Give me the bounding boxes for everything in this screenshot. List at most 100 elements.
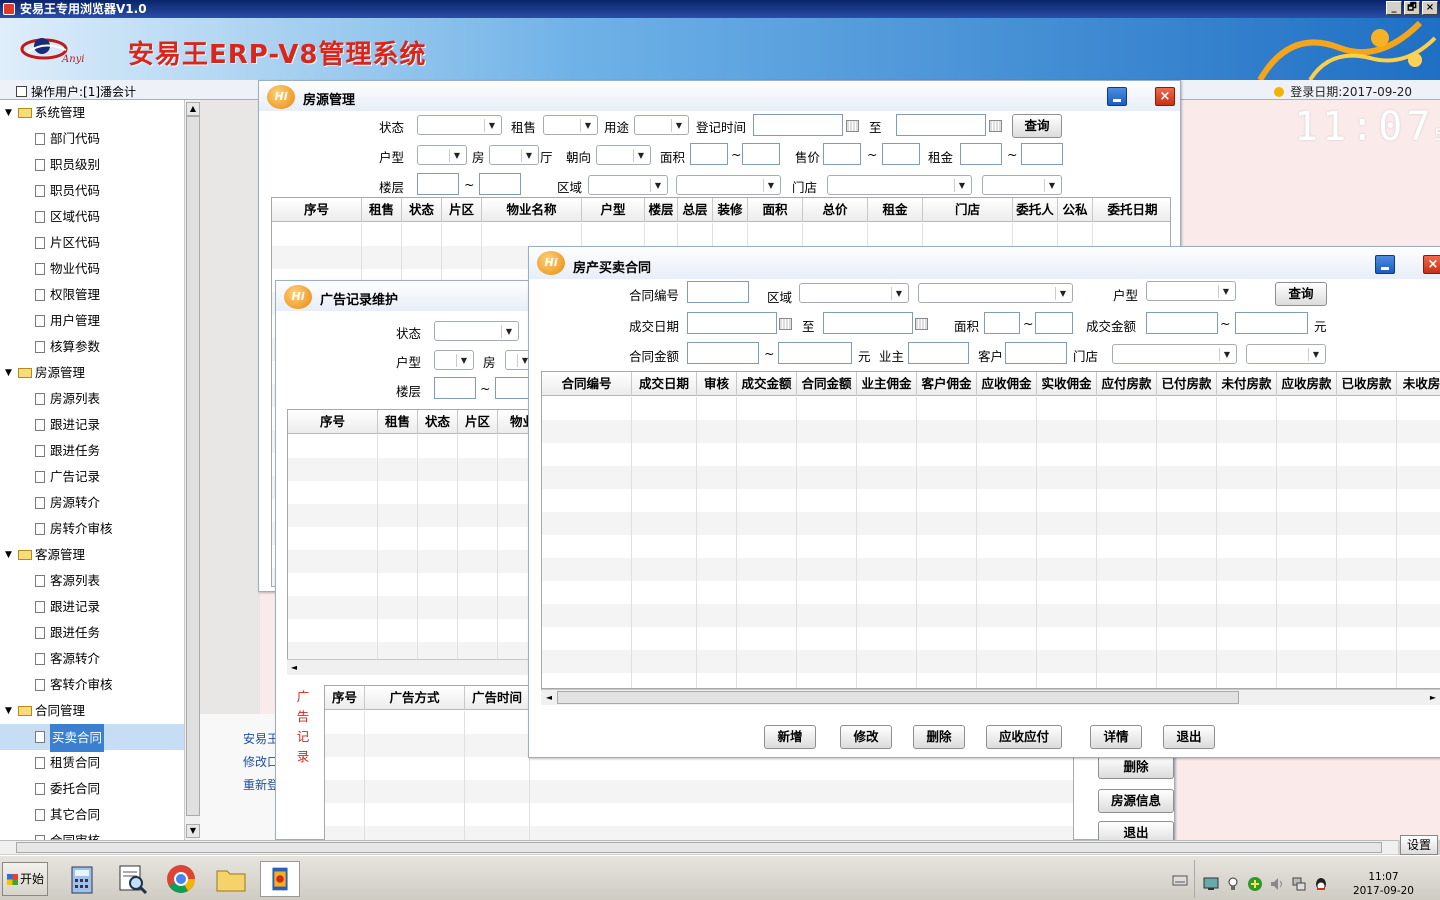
column-header[interactable]: 合同编号 — [542, 372, 632, 396]
house-type-select[interactable] — [417, 145, 467, 165]
ad-status-select[interactable] — [434, 321, 519, 341]
deal-amount-max-input[interactable] — [1235, 312, 1308, 334]
column-header[interactable]: 应收佣金 — [977, 372, 1037, 396]
column-header[interactable]: 楼层 — [645, 198, 678, 222]
column-header[interactable]: 广告时间 — [465, 686, 530, 710]
scroll-left-icon[interactable]: ◄ — [542, 691, 556, 704]
volume-icon[interactable] — [1269, 876, 1285, 892]
close-button[interactable]: × — [1422, 1, 1438, 15]
column-header[interactable]: 广告方式 — [365, 686, 465, 710]
column-header[interactable]: 委托人 — [1013, 198, 1058, 222]
start-button[interactable]: 开始 — [2, 862, 48, 896]
column-header[interactable]: 已收房款 — [1337, 372, 1397, 396]
house-query-button[interactable]: 查询 — [1012, 114, 1062, 138]
bg-link[interactable]: 重新登 — [243, 774, 279, 797]
sidebar-item[interactable]: 跟进任务 — [0, 438, 184, 464]
bg-link[interactable]: 修改口 — [243, 751, 279, 774]
contract-district-select[interactable] — [799, 283, 909, 303]
scroll-thumb[interactable] — [186, 116, 200, 816]
price-max-input[interactable] — [882, 143, 920, 165]
sidebar-group[interactable]: ▼ 合同管理 — [0, 698, 184, 724]
expand-triangle-icon[interactable]: ▼ — [5, 100, 12, 126]
reg-time-start-input[interactable] — [753, 114, 843, 136]
calendar-icon[interactable] — [846, 120, 859, 132]
column-header[interactable]: 状态 — [402, 198, 442, 222]
store-sub-select[interactable] — [982, 175, 1062, 195]
column-header[interactable]: 装修 — [713, 198, 748, 222]
scroll-up-icon[interactable]: ▲ — [186, 102, 200, 116]
contract-amount-max-input[interactable] — [778, 342, 852, 364]
keyboard-icon[interactable] — [1172, 872, 1188, 888]
network-icon[interactable] — [1291, 876, 1307, 892]
sidebar-scrollbar[interactable]: ▲ ▼ — [184, 100, 200, 840]
window-minimize-button[interactable] — [1375, 255, 1395, 274]
sidebar-group[interactable]: ▼ 客源管理 — [0, 542, 184, 568]
add-contract-button[interactable]: 新增 — [764, 725, 816, 749]
grid-body[interactable] — [542, 397, 1440, 688]
floor-min-input[interactable] — [417, 173, 459, 195]
contract-query-button[interactable]: 查询 — [1275, 282, 1327, 306]
contract-store-select[interactable] — [1112, 344, 1237, 364]
sidebar-item[interactable]: 区域代码 — [0, 204, 184, 230]
monitor-icon[interactable] — [1203, 876, 1219, 892]
qq-icon[interactable] — [1313, 876, 1329, 892]
column-header[interactable]: 客户佣金 — [917, 372, 977, 396]
usage-select[interactable] — [634, 115, 689, 135]
column-header[interactable]: 应付房款 — [1097, 372, 1157, 396]
sidebar-item[interactable]: 物业代码 — [0, 256, 184, 282]
sidebar-item[interactable]: 房源列表 — [0, 386, 184, 412]
scroll-thumb[interactable] — [16, 842, 1382, 853]
column-header[interactable]: 已付房款 — [1157, 372, 1217, 396]
folder-icon[interactable] — [211, 861, 251, 897]
main-horizontal-scrollbar[interactable] — [0, 840, 1398, 854]
column-header[interactable]: 总层 — [678, 198, 713, 222]
room-select[interactable] — [489, 145, 539, 165]
sidebar-item[interactable]: 租赁合同 — [0, 750, 184, 776]
column-header[interactable]: 审核 — [697, 372, 737, 396]
contract-exit-button[interactable]: 退出 — [1163, 725, 1215, 749]
deal-amount-min-input[interactable] — [1146, 312, 1218, 334]
magnifier-document-icon[interactable] — [112, 861, 152, 897]
area-max-input[interactable] — [742, 143, 780, 165]
sidebar-item[interactable]: 客源列表 — [0, 568, 184, 594]
sidebar-group[interactable]: ▼ 系统管理 — [0, 100, 184, 126]
sidebar-item[interactable]: 职员代码 — [0, 178, 184, 204]
contract-sub-district-select[interactable] — [918, 283, 1073, 303]
sidebar-item[interactable]: 买卖合同 — [0, 724, 184, 752]
column-header[interactable]: 业主佣金 — [857, 372, 917, 396]
deal-date-start-input[interactable] — [687, 312, 777, 334]
restore-button[interactable]: 🗗 — [1404, 1, 1420, 15]
reg-time-end-input[interactable] — [896, 114, 986, 136]
district-select[interactable] — [588, 175, 668, 195]
sidebar-item[interactable]: 合同审核 — [0, 828, 184, 840]
scroll-thumb[interactable] — [557, 691, 1239, 704]
bg-link[interactable]: 安易王 — [243, 728, 279, 751]
ad-grid-scrollbar[interactable]: ◄ — [287, 659, 547, 675]
column-header[interactable]: 面积 — [748, 198, 803, 222]
column-header[interactable]: 合同金额 — [797, 372, 857, 396]
rent-min-input[interactable] — [960, 143, 1002, 165]
sidebar-item[interactable]: 其它合同 — [0, 802, 184, 828]
window-close-button[interactable]: × — [1423, 255, 1440, 274]
floor-max-input[interactable] — [479, 173, 521, 195]
receivable-payable-button[interactable]: 应收应付 — [986, 725, 1062, 749]
column-header[interactable]: 序号 — [288, 410, 378, 434]
owner-input[interactable] — [908, 342, 969, 364]
contract-list-grid[interactable]: 合同编号 成交日期 审核 成交金额 合同金额 业主佣金 客户佣金 应收佣金 实收佣金 应付房款 已付… — [541, 371, 1440, 689]
column-header[interactable]: 门店 — [923, 198, 1013, 222]
ad-floor-min-input[interactable] — [434, 377, 476, 399]
column-header[interactable]: 序号 — [272, 198, 362, 222]
expand-triangle-icon[interactable]: ▼ — [5, 542, 12, 568]
contract-area-min-input[interactable] — [984, 312, 1020, 334]
sidebar-item[interactable]: 客源转介 — [0, 646, 184, 672]
contract-amount-min-input[interactable] — [687, 342, 759, 364]
ad-house-grid[interactable]: 序号 租售 状态 片区 物业 — [287, 409, 547, 675]
sidebar-item[interactable]: 跟进记录 — [0, 412, 184, 438]
sidebar-item[interactable]: 跟进任务 — [0, 620, 184, 646]
contract-detail-button[interactable]: 详情 — [1090, 725, 1142, 749]
sidebar-item[interactable]: 权限管理 — [0, 282, 184, 308]
price-min-input[interactable] — [823, 143, 861, 165]
calendar-icon[interactable] — [989, 120, 1002, 132]
column-header[interactable]: 总价 — [803, 198, 868, 222]
column-header[interactable]: 成交金额 — [737, 372, 797, 396]
